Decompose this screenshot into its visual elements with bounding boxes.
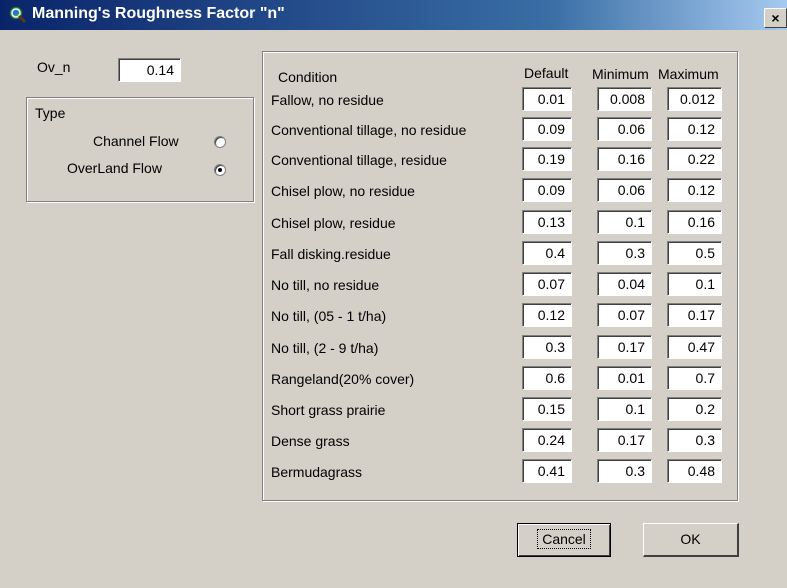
minimum-value-field[interactable]: 0.01 xyxy=(597,366,652,390)
default-value-field[interactable]: 0.12 xyxy=(522,303,572,327)
overland-flow-label: OverLand Flow xyxy=(67,160,162,176)
maximum-value-field[interactable]: 0.17 xyxy=(667,303,722,327)
minimum-value-field[interactable]: 0.07 xyxy=(597,303,652,327)
condition-label: Chisel plow, residue xyxy=(271,215,396,231)
minimum-value-field[interactable]: 0.3 xyxy=(597,459,652,483)
condition-header: Condition xyxy=(278,69,338,85)
maximum-value-field[interactable]: 0.47 xyxy=(667,335,722,359)
maximum-value-field[interactable]: 0.22 xyxy=(667,147,722,171)
maximum-value-field[interactable]: 0.2 xyxy=(667,397,722,421)
default-value-field[interactable]: 0.41 xyxy=(522,459,572,483)
default-header: Default xyxy=(524,65,569,81)
maximum-value-field[interactable]: 0.1 xyxy=(667,272,722,296)
overland-flow-radio[interactable] xyxy=(214,164,226,176)
default-value-field[interactable]: 0.09 xyxy=(522,117,572,141)
default-value-field[interactable]: 0.3 xyxy=(522,335,572,359)
ov-n-field[interactable]: 0.14 xyxy=(118,58,181,82)
cancel-button-label: Cancel xyxy=(537,529,591,549)
radio-selected-dot xyxy=(218,168,222,172)
maximum-value-field[interactable]: 0.7 xyxy=(667,366,722,390)
default-value-field[interactable]: 0.07 xyxy=(522,272,572,296)
condition-label: No till, no residue xyxy=(271,277,380,293)
minimum-value-field[interactable]: 0.17 xyxy=(597,335,652,359)
minimum-value-field[interactable]: 0.04 xyxy=(597,272,652,296)
default-value-field[interactable]: 0.6 xyxy=(522,366,572,390)
maximum-header: Maximum xyxy=(658,66,719,82)
cancel-button[interactable]: Cancel xyxy=(517,523,611,557)
title-bar[interactable]: Manning's Roughness Factor "n" × xyxy=(0,0,787,30)
default-value-field[interactable]: 0.01 xyxy=(522,87,572,111)
condition-label: Fall disking.residue xyxy=(271,246,391,262)
default-value-field[interactable]: 0.19 xyxy=(522,147,572,171)
minimum-value-field[interactable]: 0.16 xyxy=(597,147,652,171)
minimum-value-field[interactable]: 0.17 xyxy=(597,428,652,452)
condition-label: Conventional tillage, no residue xyxy=(271,122,467,138)
manning-dialog: Manning's Roughness Factor "n" × Ov_n 0.… xyxy=(0,0,787,588)
maximum-value-field[interactable]: 0.48 xyxy=(667,459,722,483)
condition-label: No till, (2 - 9 t/ha) xyxy=(271,340,379,356)
condition-label: Fallow, no residue xyxy=(271,92,384,108)
maximum-value-field[interactable]: 0.12 xyxy=(667,178,722,202)
ov-n-label: Ov_n xyxy=(37,59,71,75)
channel-flow-radio[interactable] xyxy=(214,136,226,148)
condition-label: Dense grass xyxy=(271,433,350,449)
minimum-value-field[interactable]: 0.1 xyxy=(597,397,652,421)
condition-label: Conventional tillage, residue xyxy=(271,152,447,168)
maximum-value-field[interactable]: 0.16 xyxy=(667,210,722,234)
minimum-header: Minimum xyxy=(592,66,649,82)
default-value-field[interactable]: 0.13 xyxy=(522,210,572,234)
default-value-field[interactable]: 0.4 xyxy=(522,241,572,265)
minimum-value-field[interactable]: 0.1 xyxy=(597,210,652,234)
default-value-field[interactable]: 0.09 xyxy=(522,178,572,202)
ok-button[interactable]: OK xyxy=(643,523,739,557)
condition-label: Rangeland(20% cover) xyxy=(271,371,415,387)
maximum-value-field[interactable]: 0.3 xyxy=(667,428,722,452)
minimum-value-field[interactable]: 0.06 xyxy=(597,178,652,202)
condition-label: Chisel plow, no residue xyxy=(271,183,415,199)
minimum-value-field[interactable]: 0.3 xyxy=(597,241,652,265)
close-button[interactable]: × xyxy=(764,8,787,28)
minimum-value-field[interactable]: 0.06 xyxy=(597,117,652,141)
maximum-value-field[interactable]: 0.012 xyxy=(667,87,722,111)
maximum-value-field[interactable]: 0.5 xyxy=(667,241,722,265)
minimum-value-field[interactable]: 0.008 xyxy=(597,87,652,111)
window-title: Manning's Roughness Factor "n" xyxy=(32,5,285,22)
default-value-field[interactable]: 0.15 xyxy=(522,397,572,421)
type-group-title: Type xyxy=(35,105,66,121)
channel-flow-label: Channel Flow xyxy=(93,133,179,149)
maximum-value-field[interactable]: 0.12 xyxy=(667,117,722,141)
condition-label: Bermudagrass xyxy=(271,464,363,480)
condition-label: No till, (05 - 1 t/ha) xyxy=(271,308,387,324)
globe-magnifier-icon xyxy=(9,6,27,24)
condition-label: Short grass prairie xyxy=(271,402,386,418)
default-value-field[interactable]: 0.24 xyxy=(522,428,572,452)
